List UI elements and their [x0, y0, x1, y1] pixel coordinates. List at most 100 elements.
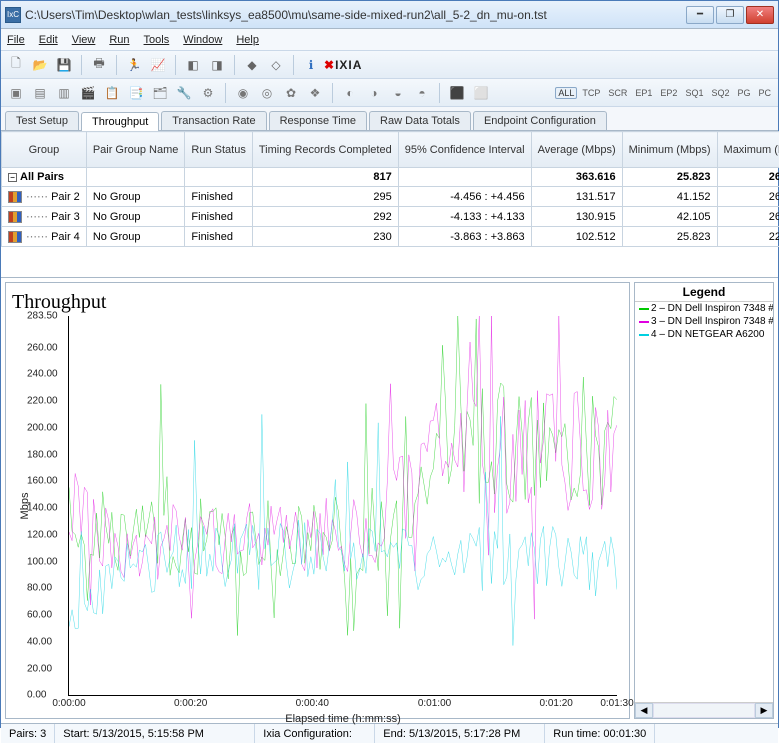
menu-view[interactable]: View	[72, 34, 96, 46]
chart-plot[interactable]: Mbps Elapsed time (h:mm:ss) 0.0020.0040.…	[68, 316, 617, 696]
menu-file[interactable]: File	[7, 34, 25, 46]
graph-icon[interactable]: 📈	[147, 54, 169, 76]
close-button[interactable]: ✕	[746, 6, 774, 24]
t2-icon-12[interactable]: ✿	[280, 82, 302, 104]
new-icon[interactable]: 🗋	[5, 54, 27, 76]
collapse-icon[interactable]: −	[8, 173, 17, 182]
menu-edit[interactable]: Edit	[39, 34, 58, 46]
ixia-logo: ✖IXIA	[324, 58, 362, 72]
col-ci[interactable]: 95% Confidence Interval	[398, 132, 531, 168]
tab-transaction-rate[interactable]: Transaction Rate	[161, 111, 266, 130]
t2-icon-6[interactable]: 📑	[125, 82, 147, 104]
tool-icon-d[interactable]: ◇	[265, 54, 287, 76]
menu-window[interactable]: Window	[183, 34, 222, 46]
t2-icon-15[interactable]: ◑	[363, 82, 385, 104]
legend-swatch	[639, 321, 649, 323]
t2-icon-8[interactable]: 🔧	[173, 82, 195, 104]
info-icon[interactable]: ℹ	[300, 54, 322, 76]
run-icon[interactable]: 🏃	[123, 54, 145, 76]
legend-swatch	[639, 334, 649, 336]
scroll-left-icon[interactable]: ◀	[635, 703, 653, 718]
status-bar: Pairs: 3 Start: 5/13/2015, 5:15:58 PM Ix…	[1, 723, 778, 743]
col-max[interactable]: Maximum (Mbps)	[717, 132, 779, 168]
tab-endpoint-configuration[interactable]: Endpoint Configuration	[473, 111, 607, 130]
t2-icon-14[interactable]: ◐	[339, 82, 361, 104]
menu-help[interactable]: Help	[236, 34, 259, 46]
tool-icon-a[interactable]: ◧	[182, 54, 204, 76]
t2-icon-2[interactable]: ▤	[29, 82, 51, 104]
t2-icon-17[interactable]: ◓	[411, 82, 433, 104]
filter-ep2[interactable]: EP2	[657, 87, 680, 99]
toolbar-2: ▣ ▤ ▥ 🎬 📋 📑 🗂 🔧 ⚙ ◉ ◎ ✿ ❖ ◐ ◑ ◒ ◓ ⬛ ⬜ AL…	[1, 79, 778, 107]
col-pairgroup[interactable]: Pair Group Name	[86, 132, 185, 168]
toolbar-1: 🗋 📂 💾 🖶 🏃 📈 ◧ ◨ ◆ ◇ ℹ ✖IXIA	[1, 51, 778, 79]
tool-icon-c[interactable]: ◆	[241, 54, 263, 76]
tab-raw-data-totals[interactable]: Raw Data Totals	[369, 111, 471, 130]
col-runstatus[interactable]: Run Status	[185, 132, 252, 168]
legend-title: Legend	[635, 283, 773, 302]
t2-icon-13[interactable]: ❖	[304, 82, 326, 104]
filter-scr[interactable]: SCR	[605, 87, 630, 99]
pair-icon	[8, 211, 22, 223]
t2-icon-10[interactable]: ◉	[232, 82, 254, 104]
maximize-button[interactable]: ❐	[716, 6, 744, 24]
app-icon: IxC	[5, 7, 21, 23]
col-min[interactable]: Minimum (Mbps)	[622, 132, 717, 168]
status-start: Start: 5/13/2015, 5:15:58 PM	[55, 724, 255, 743]
filter-ep1[interactable]: EP1	[632, 87, 655, 99]
legend-item[interactable]: 4 – DN NETGEAR A6200	[635, 328, 773, 341]
menu-run[interactable]: Run	[109, 34, 129, 46]
t2-icon-19[interactable]: ⬜	[470, 82, 492, 104]
legend-swatch	[639, 308, 649, 310]
x-axis-label: Elapsed time (h:mm:ss)	[69, 713, 617, 725]
status-end: End: 5/13/2015, 5:17:28 PM	[375, 724, 545, 743]
filter-pg[interactable]: PG	[734, 87, 753, 99]
tab-throughput[interactable]: Throughput	[81, 112, 159, 131]
status-pairs: Pairs: 3	[1, 724, 55, 743]
t2-icon-5[interactable]: 📋	[101, 82, 123, 104]
filter-pc[interactable]: PC	[755, 87, 774, 99]
pair-icon	[8, 231, 22, 243]
t2-icon-9[interactable]: ⚙	[197, 82, 219, 104]
scroll-right-icon[interactable]: ▶	[755, 703, 773, 718]
tool-icon-b[interactable]: ◨	[206, 54, 228, 76]
scroll-track[interactable]	[653, 703, 755, 718]
tab-response-time[interactable]: Response Time	[269, 111, 367, 130]
pair-icon	[8, 191, 22, 203]
col-group[interactable]: Group	[2, 132, 87, 168]
window-title: C:\Users\Tim\Desktop\wlan_tests\linksys_…	[25, 8, 686, 22]
t2-icon-7[interactable]: 🗂	[149, 82, 171, 104]
table-row[interactable]: ⋯⋯ Pair 3 No GroupFinished 292-4.133 : +…	[2, 207, 779, 227]
menu-tools[interactable]: Tools	[144, 34, 170, 46]
t2-icon-16[interactable]: ◒	[387, 82, 409, 104]
filter-sq2[interactable]: SQ2	[708, 87, 732, 99]
print-icon[interactable]: 🖶	[88, 54, 110, 76]
t2-icon-4[interactable]: 🎬	[77, 82, 99, 104]
summary-row[interactable]: −All Pairs 817 363.616 25.823 264.901	[2, 168, 779, 187]
minimize-button[interactable]: ━	[686, 6, 714, 24]
t2-icon-1[interactable]: ▣	[5, 82, 27, 104]
legend-item[interactable]: 3 – DN Dell Inspiron 7348 #2	[635, 315, 773, 328]
legend-item[interactable]: 2 – DN Dell Inspiron 7348 #1	[635, 302, 773, 315]
open-icon[interactable]: 📂	[29, 54, 51, 76]
filter-tcp[interactable]: TCP	[579, 87, 603, 99]
t2-icon-11[interactable]: ◎	[256, 82, 278, 104]
results-grid: Group Pair Group Name Run Status Timing …	[1, 131, 778, 278]
chart-pane: Throughput Mbps Elapsed time (h:mm:ss) 0…	[5, 282, 630, 719]
chart-title: Throughput	[12, 291, 623, 314]
tab-test-setup[interactable]: Test Setup	[5, 111, 79, 130]
filter-sq1[interactable]: SQ1	[682, 87, 706, 99]
tabs: Test Setup Throughput Transaction Rate R…	[1, 107, 778, 131]
t2-icon-3[interactable]: ▥	[53, 82, 75, 104]
t2-icon-18[interactable]: ⬛	[446, 82, 468, 104]
filter-all[interactable]: ALL	[555, 87, 577, 99]
table-row[interactable]: ⋯⋯ Pair 2 No GroupFinished 295-4.456 : +…	[2, 187, 779, 207]
col-timing[interactable]: Timing Records Completed	[252, 132, 398, 168]
menubar: File Edit View Run Tools Window Help	[1, 29, 778, 51]
status-runtime: Run time: 00:01:30	[545, 724, 655, 743]
status-ixia: Ixia Configuration:	[255, 724, 375, 743]
table-row[interactable]: ⋯⋯ Pair 4 No GroupFinished 230-3.863 : +…	[2, 227, 779, 247]
save-icon[interactable]: 💾	[53, 54, 75, 76]
legend-pane: Legend 2 – DN Dell Inspiron 7348 #1 3 – …	[634, 282, 774, 719]
col-avg[interactable]: Average (Mbps)	[531, 132, 622, 168]
